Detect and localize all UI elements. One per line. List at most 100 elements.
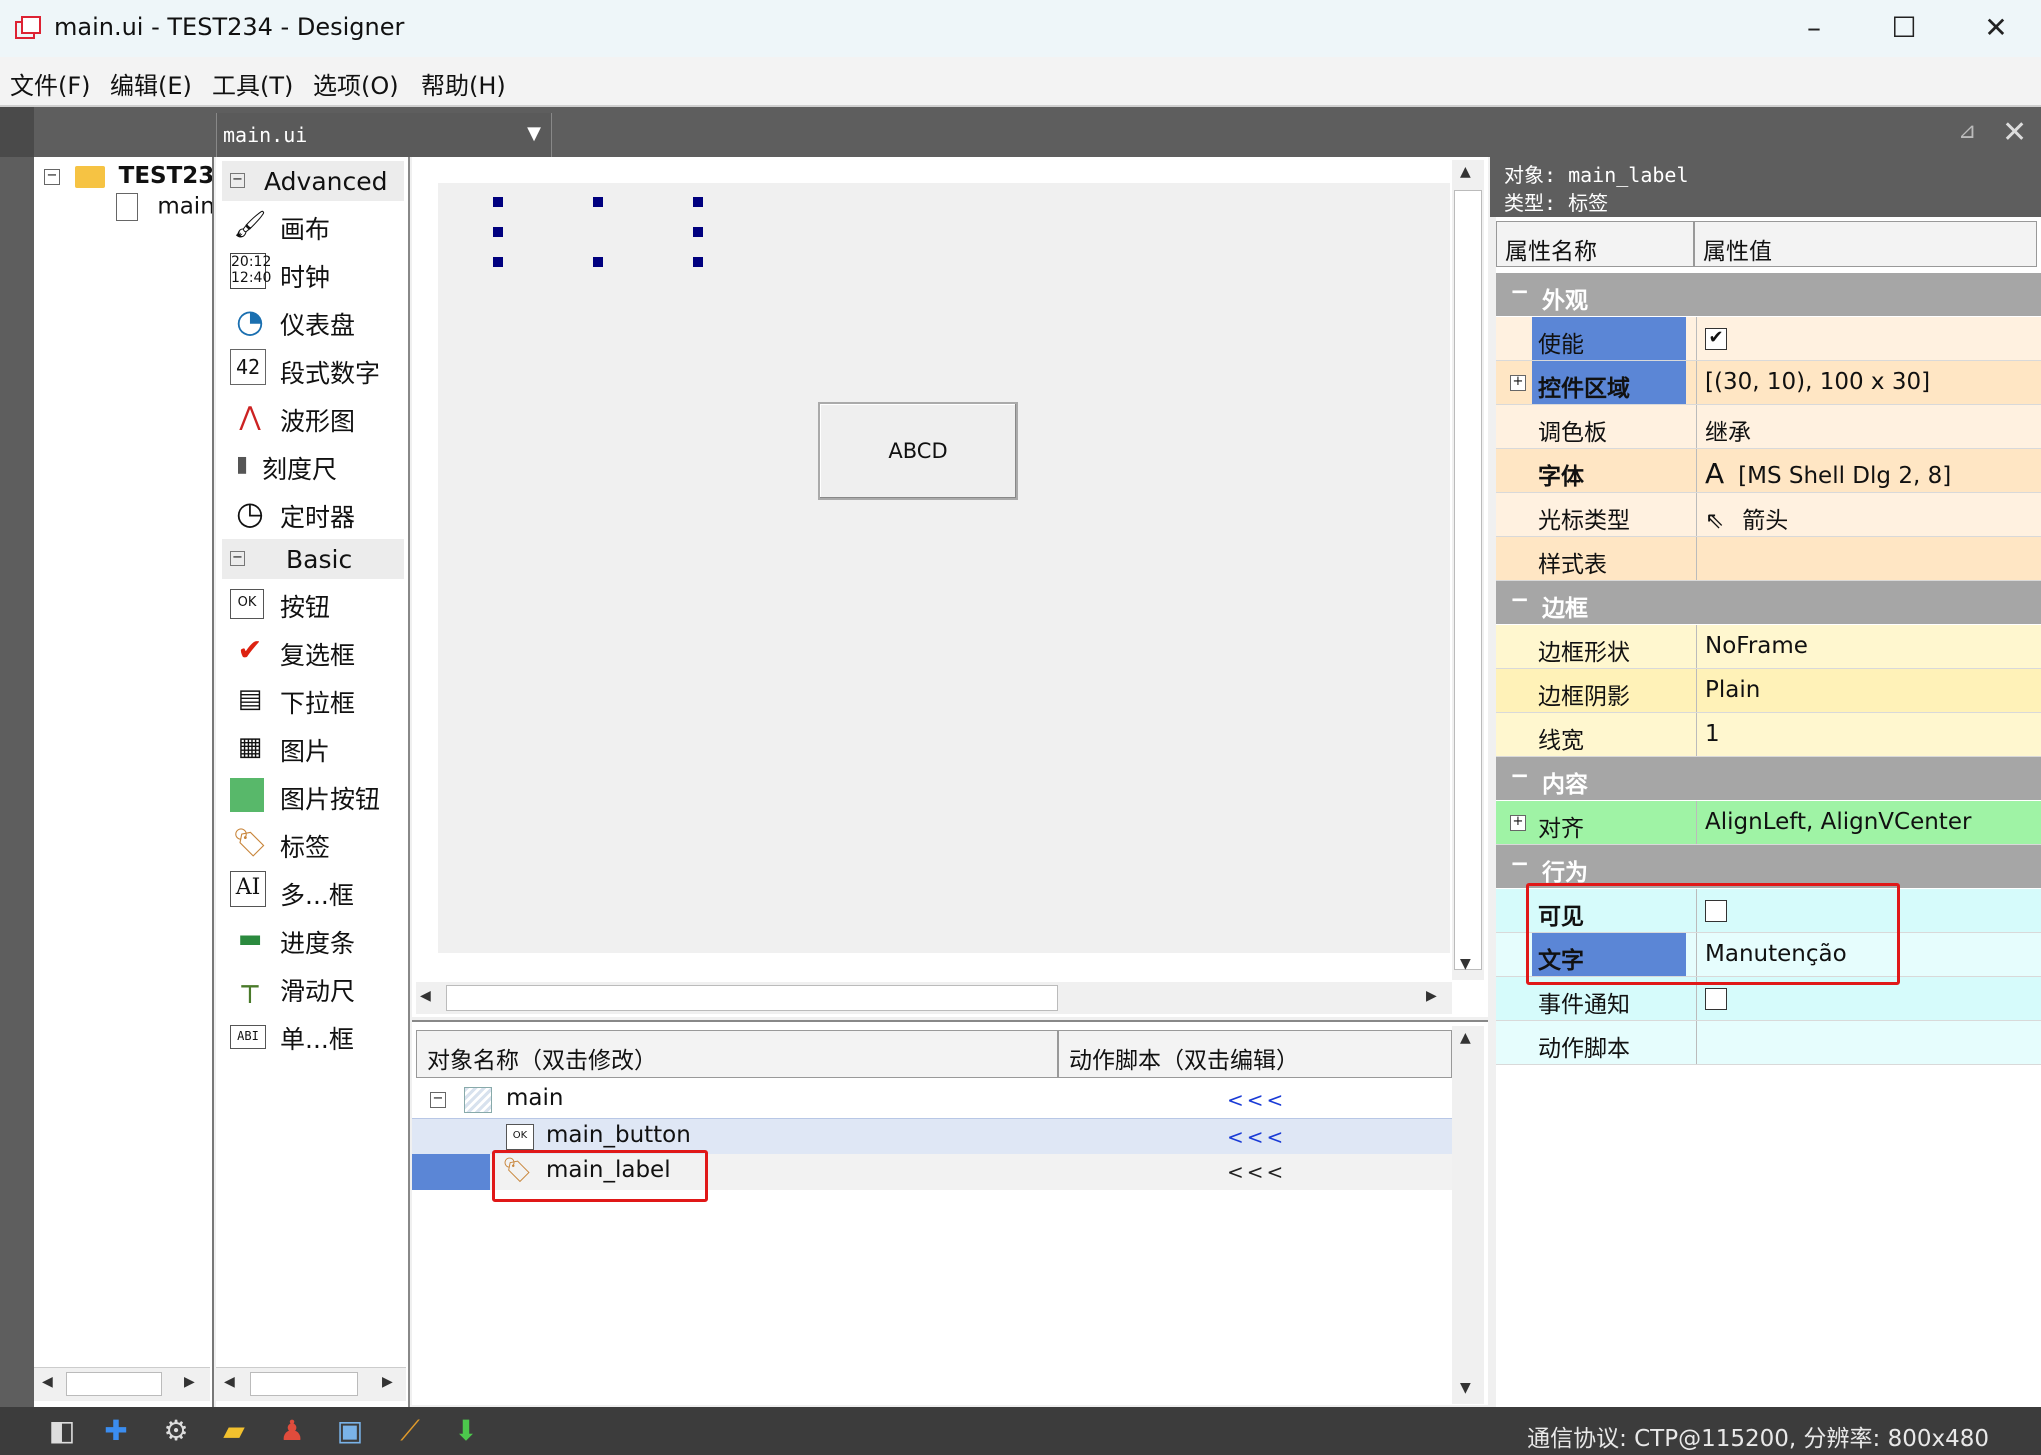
selection-handle[interactable]: [693, 257, 703, 267]
prop-value[interactable]: [1696, 537, 2041, 580]
menu-file[interactable]: 文件(F): [10, 66, 91, 101]
action-link[interactable]: <<<: [1227, 1125, 1286, 1149]
prop-value[interactable]: [(30, 10), 100 x 30]: [1696, 361, 2041, 404]
menu-options[interactable]: 选项(O): [313, 66, 399, 101]
toolbox-hscrollbar[interactable]: ◀ ▶: [216, 1367, 406, 1401]
enabled-checkbox[interactable]: ✔: [1705, 327, 1727, 350]
download-icon[interactable]: ⬇: [448, 1413, 484, 1449]
collapse-icon[interactable]: −: [44, 168, 60, 185]
toolbox-item-image-button[interactable]: 图片按钮: [230, 773, 408, 817]
prop-row-stylesheet[interactable]: 样式表: [1496, 537, 2041, 581]
prop-row-enabled[interactable]: 使能 ✔: [1496, 317, 2041, 361]
toolbox-item-waveform[interactable]: ⋀ 波形图: [230, 395, 408, 439]
prop-row-line-width[interactable]: 线宽 1: [1496, 713, 2041, 757]
selection-handle[interactable]: [693, 227, 703, 237]
toolbox-item-gauge[interactable]: ◔ 仪表盘: [230, 299, 408, 343]
tree-root[interactable]: − TEST234: [44, 163, 212, 189]
expand-icon[interactable]: +: [1510, 815, 1526, 831]
collapse-icon[interactable]: −: [230, 173, 245, 188]
event-notify-checkbox[interactable]: [1705, 987, 1727, 1010]
prop-row-palette[interactable]: 调色板 继承: [1496, 405, 2041, 449]
toolbox-item-combobox[interactable]: ▤ 下拉框: [230, 677, 408, 721]
tree-child[interactable]: main: [116, 193, 212, 221]
toolbox-item-textedit[interactable]: AI 多...框: [230, 869, 408, 913]
prop-value[interactable]: ✔: [1696, 317, 2041, 360]
add-icon[interactable]: ✚: [98, 1413, 134, 1449]
close-window-button[interactable]: ✕: [1966, 8, 2026, 48]
group-content[interactable]: − 内容: [1496, 757, 2041, 800]
action-link[interactable]: <<<: [1227, 1088, 1286, 1112]
menu-help[interactable]: 帮助(H): [421, 66, 506, 101]
toolbox-item-label[interactable]: 🏷 标签: [230, 821, 408, 865]
pin-icon[interactable]: ⊿: [1958, 119, 1976, 144]
object-row-main[interactable]: − main <<<: [412, 1082, 1452, 1118]
toolbox-item-canvas[interactable]: 🖌 画布: [230, 203, 408, 247]
column-header-name[interactable]: 对象名称（双击修改）: [416, 1030, 1058, 1078]
canvas-button-main-button[interactable]: ABCD: [818, 402, 1018, 500]
prop-value[interactable]: [1696, 1021, 2041, 1064]
column-header-action[interactable]: 动作脚本（双击编辑）: [1058, 1030, 1452, 1078]
prop-row-cursor[interactable]: 光标类型 ⇖ 箭头: [1496, 493, 2041, 537]
prop-value[interactable]: ⇖ 箭头: [1696, 493, 2041, 536]
group-frame[interactable]: − 边框: [1496, 581, 2041, 624]
toolbox-item-progress[interactable]: ▬ 进度条: [230, 917, 408, 961]
prop-row-alignment[interactable]: + 对齐 AlignLeft, AlignVCenter: [1496, 801, 2041, 845]
prop-row-frame-shadow[interactable]: 边框阴影 Plain: [1496, 669, 2041, 713]
prop-value[interactable]: 1: [1696, 713, 2041, 756]
prop-row-font[interactable]: 字体 A [MS Shell Dlg 2, 8]: [1496, 449, 2041, 493]
monitor-icon[interactable]: ▣: [332, 1413, 368, 1449]
collapse-icon[interactable]: −: [230, 551, 245, 566]
collapse-icon[interactable]: −: [1510, 279, 1529, 305]
prop-value[interactable]: AlignLeft, AlignVCenter: [1696, 801, 2041, 844]
toolbox-item-timer[interactable]: ◷ 定时器: [230, 491, 408, 535]
gear-icon[interactable]: ⚙: [158, 1413, 194, 1449]
collapse-icon[interactable]: −: [430, 1092, 446, 1108]
column-header-value[interactable]: 属性值: [1694, 221, 2037, 267]
prop-row-frame-shape[interactable]: 边框形状 NoFrame: [1496, 625, 2041, 669]
toolbox-item-button[interactable]: OK 按钮: [230, 581, 408, 625]
group-behavior[interactable]: − 行为: [1496, 845, 2041, 888]
toolbox-item-scale[interactable]: ▮ 刻度尺: [230, 443, 408, 487]
action-link[interactable]: <<<: [1227, 1160, 1286, 1184]
chevron-down-icon[interactable]: ▼: [527, 123, 541, 144]
selection-handle[interactable]: [693, 197, 703, 207]
scroll-thumb[interactable]: [1454, 190, 1482, 970]
column-header-property[interactable]: 属性名称: [1496, 221, 1694, 267]
prop-value[interactable]: A [MS Shell Dlg 2, 8]: [1696, 449, 2041, 492]
toolbox-item-image[interactable]: ▦ 图片: [230, 725, 408, 769]
selection-handle[interactable]: [493, 197, 503, 207]
selection-handle[interactable]: [593, 257, 603, 267]
selection-handle[interactable]: [593, 197, 603, 207]
toolbox-group-advanced[interactable]: − Advanced: [222, 161, 404, 201]
collapse-icon[interactable]: −: [1510, 763, 1529, 789]
expand-icon[interactable]: +: [1510, 375, 1526, 391]
toolbox-item-segment[interactable]: 42 段式数字: [230, 347, 408, 391]
toolbox-item-checkbox[interactable]: ✔ 复选框: [230, 629, 408, 673]
scroll-thumb[interactable]: [446, 985, 1058, 1011]
minimize-button[interactable]: –: [1784, 8, 1844, 48]
build-icon[interactable]: ⟋: [392, 1413, 428, 1449]
canvas-hscrollbar[interactable]: ◀ ▶: [416, 982, 1452, 1014]
collapse-icon[interactable]: −: [1510, 587, 1529, 613]
prop-value[interactable]: NoFrame: [1696, 625, 2041, 668]
object-list-vscrollbar[interactable]: ▲ ▼: [1452, 1026, 1484, 1404]
prop-value[interactable]: 继承: [1696, 405, 2041, 448]
panel-toggle-icon[interactable]: ◧: [44, 1413, 80, 1449]
toolbox-item-slider[interactable]: ┬ 滑动尺: [230, 965, 408, 1009]
menu-tools[interactable]: 工具(T): [212, 66, 293, 101]
prop-row-geometry[interactable]: + 控件区域 [(30, 10), 100 x 30]: [1496, 361, 2041, 405]
toolbox-item-lineedit[interactable]: ABI 单...框: [230, 1013, 408, 1057]
close-icon[interactable]: ✕: [2002, 115, 2027, 150]
maximize-button[interactable]: ☐: [1874, 8, 1934, 48]
tree-hscrollbar[interactable]: ◀ ▶: [34, 1367, 210, 1401]
prop-row-action-script[interactable]: 动作脚本: [1496, 1021, 2041, 1065]
form-canvas[interactable]: [438, 183, 1450, 953]
prop-value[interactable]: Plain: [1696, 669, 2041, 712]
toolbox-group-basic[interactable]: − Basic: [222, 539, 404, 579]
toolbox-item-clock[interactable]: 20:12 12:40 时钟: [230, 251, 408, 295]
notes-icon[interactable]: ▰: [216, 1413, 252, 1449]
tab-main-ui[interactable]: main.ui ▼: [216, 113, 552, 157]
collapse-icon[interactable]: −: [1510, 851, 1529, 877]
canvas-vscrollbar[interactable]: ▲ ▼: [1452, 160, 1484, 980]
menu-edit[interactable]: 编辑(E): [110, 66, 192, 101]
